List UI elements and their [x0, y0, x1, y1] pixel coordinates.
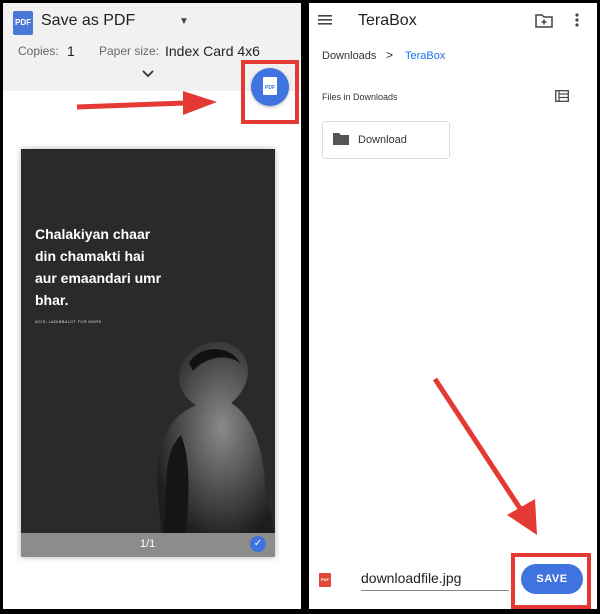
quote-line: din chamakti hai — [35, 248, 145, 264]
download-pdf-button[interactable]: PDF — [251, 68, 289, 106]
folder-icon — [333, 133, 349, 145]
copies-value[interactable]: 1 — [67, 43, 75, 59]
printer-select[interactable]: Save as PDF — [41, 12, 135, 30]
quote-line: bhar. — [35, 292, 69, 308]
quote-line: aur emaandari umr — [35, 270, 162, 286]
annotation-arrow — [432, 377, 537, 535]
file-picker-panel: TeraBox Downloads > TeraBox Files in Dow… — [309, 3, 597, 609]
menu-icon[interactable] — [317, 13, 333, 27]
app-title: TeraBox — [358, 12, 417, 29]
breadcrumb-downloads[interactable]: Downloads — [322, 50, 376, 62]
new-folder-icon[interactable] — [535, 12, 553, 28]
preview-credit: ACID: LADIBBALOT FOR MORE — [35, 319, 102, 324]
page-preview: Chalakiyan chaar din chamakti hai aur em… — [21, 149, 275, 557]
page-selected-check-icon[interactable]: ✓ — [250, 536, 266, 552]
pdf-printer-icon: PDF — [13, 11, 33, 35]
breadcrumb-separator-icon: > — [386, 48, 394, 62]
section-label: Files in Downloads — [322, 92, 398, 102]
filename-input[interactable]: downloadfile.jpg — [361, 568, 509, 591]
annotation-arrow — [76, 91, 217, 115]
paper-size-label: Paper size: — [99, 44, 160, 58]
more-options-icon[interactable] — [574, 12, 580, 28]
list-view-icon[interactable] — [555, 90, 569, 102]
page-indicator: 1/1 — [140, 538, 156, 550]
dropdown-caret-icon[interactable]: ▼ — [179, 16, 189, 27]
folder-item-download[interactable]: Download — [322, 121, 450, 159]
save-button[interactable]: SAVE — [521, 564, 583, 594]
preview-quote: Chalakiyan chaar din chamakti hai aur em… — [35, 223, 175, 311]
filename-value[interactable]: downloadfile.jpg — [361, 570, 461, 586]
copies-label: Copies: — [18, 44, 59, 58]
print-dialog-panel: PDF Save as PDF ▼ Copies: 1 Paper size: … — [3, 3, 301, 609]
paper-size-value[interactable]: Index Card 4x6 — [165, 43, 260, 59]
breadcrumb-terabox[interactable]: TeraBox — [405, 50, 445, 62]
folder-name: Download — [358, 134, 407, 146]
pdf-file-icon: PDF — [319, 573, 331, 587]
quote-line: Chalakiyan chaar — [35, 226, 151, 242]
download-pdf-icon: PDF — [263, 77, 277, 95]
preview-photo — [157, 341, 275, 533]
expand-chevron-icon[interactable] — [142, 65, 154, 81]
